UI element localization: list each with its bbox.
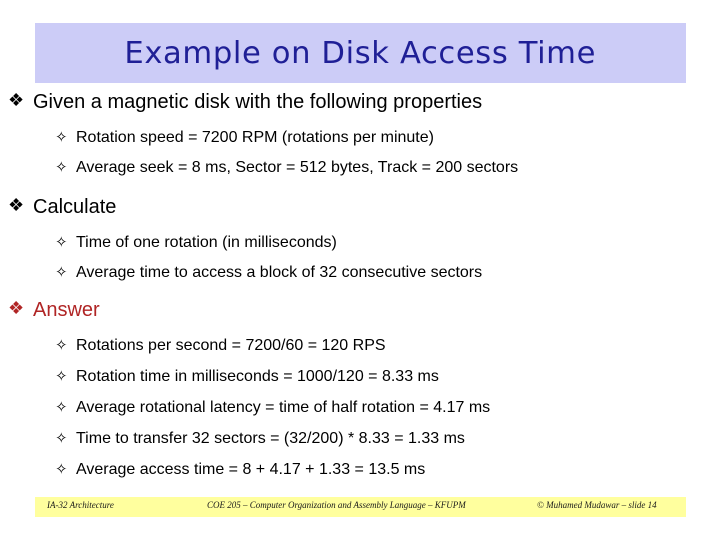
list-item-label: Rotations per second = 7200/60 = 120 RPS	[76, 337, 386, 354]
list-item: ✧ Time to transfer 32 sectors = (32/200)…	[0, 431, 720, 447]
star-bullet-icon: ✧	[55, 461, 68, 478]
list-item-label: Rotation speed = 7200 RPM (rotations per…	[76, 129, 434, 146]
star-bullet-icon: ✧	[55, 337, 68, 354]
section-heading-label: Calculate	[33, 196, 117, 218]
star-bullet-icon: ✧	[55, 264, 68, 281]
diamond-bullet-icon: ❖	[8, 298, 25, 318]
page-title: Example on Disk Access Time	[124, 35, 597, 71]
list-item: ✧ Average seek = 8 ms, Sector = 512 byte…	[0, 160, 720, 176]
star-bullet-icon: ✧	[55, 234, 68, 251]
list-item-label: Average seek = 8 ms, Sector = 512 bytes,…	[76, 159, 519, 176]
section-heading-answer: ❖ Answer	[0, 298, 720, 321]
list-item: ✧ Average time to access a block of 32 c…	[0, 265, 720, 281]
footer-course-topic: IA-32 Architecture	[47, 500, 114, 510]
footer-copyright: © Muhamed Mudawar – slide 14	[537, 500, 657, 510]
star-bullet-icon: ✧	[55, 399, 68, 416]
section-heading-given: ❖ Given a magnetic disk with the followi…	[0, 90, 720, 113]
diamond-bullet-icon: ❖	[8, 90, 25, 110]
list-item: ✧ Time of one rotation (in milliseconds)	[0, 235, 720, 251]
list-item: ✧ Average rotational latency = time of h…	[0, 400, 720, 416]
list-item-label: Average access time = 8 + 4.17 + 1.33 = …	[76, 461, 426, 478]
footer-course-title: COE 205 – Computer Organization and Asse…	[207, 500, 466, 510]
star-bullet-icon: ✧	[55, 368, 68, 385]
list-item-label: Time of one rotation (in milliseconds)	[76, 234, 337, 251]
star-bullet-icon: ✧	[55, 129, 68, 146]
section-heading-label: Given a magnetic disk with the following…	[33, 91, 483, 113]
slide-footer: IA-32 Architecture COE 205 – Computer Or…	[35, 497, 686, 517]
list-item-label: Rotation time in milliseconds = 1000/120…	[76, 368, 439, 385]
slide-title-bar: Example on Disk Access Time	[35, 23, 686, 83]
list-item-label: Time to transfer 32 sectors = (32/200) *…	[76, 430, 465, 447]
section-heading-calculate: ❖ Calculate	[0, 195, 720, 218]
list-item-label: Average time to access a block of 32 con…	[76, 264, 483, 281]
list-item: ✧ Rotation time in milliseconds = 1000/1…	[0, 369, 720, 385]
list-item: ✧ Rotation speed = 7200 RPM (rotations p…	[0, 130, 720, 146]
section-heading-label: Answer	[33, 299, 100, 321]
diamond-bullet-icon: ❖	[8, 195, 25, 215]
star-bullet-icon: ✧	[55, 159, 68, 176]
list-item: ✧ Average access time = 8 + 4.17 + 1.33 …	[0, 462, 720, 478]
list-item-label: Average rotational latency = time of hal…	[76, 399, 491, 416]
list-item: ✧ Rotations per second = 7200/60 = 120 R…	[0, 338, 720, 354]
star-bullet-icon: ✧	[55, 430, 68, 447]
